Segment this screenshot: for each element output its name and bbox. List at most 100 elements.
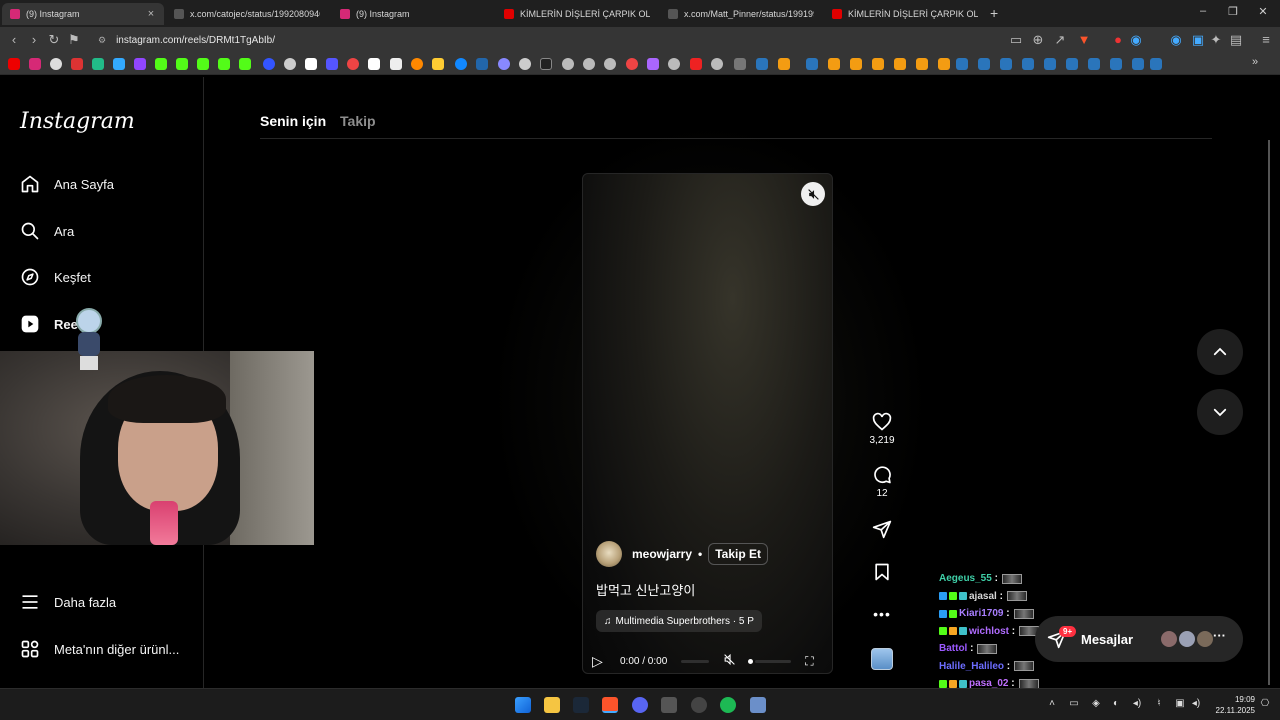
file-explorer-icon[interactable] [544, 697, 560, 713]
bookmark-icon[interactable] [390, 58, 402, 70]
bookmark-icon[interactable] [50, 58, 62, 70]
tray-chevron-icon[interactable]: ˄ [1045, 698, 1059, 709]
browser-tab[interactable]: KİMLERİN DİŞLERİ ÇARPIK OLUYOR ? [496, 3, 658, 25]
bookmark-icon[interactable] [711, 58, 723, 70]
bookmark-icon[interactable]: ⚑ [66, 32, 82, 48]
sidebar-icon[interactable]: ▤ [1228, 32, 1244, 48]
bookmark-icon[interactable] [562, 58, 574, 70]
sidebar-item-more[interactable]: Daha fazla [20, 592, 116, 612]
sidebar-item-meta[interactable]: Meta'nın diğer ürünl... [20, 639, 179, 659]
bookmark-icon[interactable] [432, 58, 444, 70]
bookmark-icon[interactable] [498, 58, 510, 70]
extension-icon[interactable]: ◉ [1168, 32, 1184, 48]
bookmark-icon[interactable] [850, 58, 862, 70]
avatar[interactable] [596, 541, 622, 567]
back-icon[interactable]: ‹ [6, 32, 22, 47]
browser-tab[interactable]: (9) Instagram [332, 3, 494, 25]
microphone-icon[interactable]: ♮ [1152, 698, 1166, 709]
bookmark-icon[interactable] [938, 58, 950, 70]
comment-button[interactable]: 12 [868, 465, 896, 499]
bookmark-icon[interactable] [756, 58, 768, 70]
play-icon[interactable]: ▷ [592, 653, 614, 670]
share-icon[interactable]: ↗ [1052, 32, 1068, 48]
cast-icon[interactable]: ▭ [1008, 32, 1024, 48]
browser-tab[interactable]: x.com/Matt_Pinner/status/19919948 [660, 3, 822, 25]
bookmark-icon[interactable] [1088, 58, 1100, 70]
bookmark-icon[interactable] [916, 58, 928, 70]
bookmark-icon[interactable] [872, 58, 884, 70]
discord-icon[interactable] [632, 697, 648, 713]
speaker-icon[interactable]: ◂) [1189, 698, 1203, 709]
like-button[interactable]: 3,219 [868, 412, 896, 446]
bookmark-icon[interactable] [1066, 58, 1078, 70]
bookmark-icon[interactable] [263, 58, 275, 70]
share-button[interactable] [868, 519, 896, 542]
volume-muted-icon[interactable] [723, 653, 736, 669]
bookmark-icon[interactable] [604, 58, 616, 70]
bookmark-icon[interactable] [176, 58, 188, 70]
browser-tab[interactable]: (9) Instagram × [2, 3, 164, 25]
bookmark-icon[interactable] [197, 58, 209, 70]
bookmark-icon[interactable] [778, 58, 790, 70]
bookmark-icon[interactable] [519, 58, 531, 70]
bookmark-icon[interactable] [113, 58, 125, 70]
tab-following[interactable]: Takip [340, 113, 376, 129]
bookmark-icon[interactable] [1150, 58, 1162, 70]
sidebar-item-explore[interactable]: Keşfet [20, 267, 91, 287]
new-tab-icon[interactable]: + [990, 5, 998, 21]
extension-icon[interactable]: ▣ [1190, 32, 1206, 48]
sidebar-item-search[interactable]: Ara [20, 221, 74, 241]
address-bar[interactable]: ⚙ instagram.com/reels/DRMt1TgAbIb/ [90, 30, 1100, 50]
steam-tray-icon[interactable]: ◐ [1109, 698, 1123, 709]
bookmark-icon[interactable] [476, 58, 488, 70]
brave-shield-icon[interactable]: ▼ [1076, 32, 1092, 47]
close-tab-icon[interactable]: × [146, 8, 156, 20]
previous-reel-button[interactable] [1197, 329, 1243, 375]
browser-tab[interactable]: KİMLERİN DİŞLERİ ÇARPIK OLUYOR ? [824, 3, 986, 25]
restore-icon[interactable]: ❐ [1224, 5, 1242, 18]
network-icon[interactable]: ▣ [1173, 698, 1187, 709]
fullscreen-icon[interactable]: ⛶ [805, 654, 813, 669]
bookmark-icon[interactable] [978, 58, 990, 70]
bookmark-icon[interactable] [1132, 58, 1144, 70]
bookmark-icon[interactable] [455, 58, 467, 70]
start-icon[interactable] [515, 697, 531, 713]
bookmark-icon[interactable] [29, 58, 41, 70]
bookmark-icon[interactable] [626, 58, 638, 70]
battery-icon[interactable]: ▭ [1067, 698, 1081, 709]
bookmark-icon[interactable] [284, 58, 296, 70]
notifications-icon[interactable]: ⎔ [1258, 698, 1272, 709]
menu-icon[interactable]: ≡ [1258, 32, 1274, 47]
tray-app-icon[interactable]: ◈ [1089, 698, 1103, 709]
bookmark-icon[interactable] [239, 58, 251, 70]
extensions-icon[interactable]: ✦ [1208, 32, 1224, 48]
more-bookmarks-icon[interactable]: » [1252, 56, 1258, 68]
follow-button[interactable]: Takip Et [708, 543, 769, 565]
obs-icon[interactable] [691, 697, 707, 713]
save-button[interactable] [868, 562, 896, 585]
extension-icon[interactable]: ◉ [1128, 32, 1144, 48]
close-window-icon[interactable]: ✕ [1254, 5, 1272, 18]
bookmark-icon[interactable] [1022, 58, 1034, 70]
bookmark-icon[interactable] [894, 58, 906, 70]
steam-icon[interactable] [573, 697, 589, 713]
app-icon[interactable] [661, 697, 677, 713]
reload-icon[interactable]: ↻ [46, 32, 62, 48]
sidebar-item-home[interactable]: Ana Sayfa [20, 174, 114, 194]
minimize-icon[interactable]: – [1194, 5, 1212, 17]
audio-thumbnail[interactable] [871, 648, 893, 670]
spotify-icon[interactable] [720, 697, 736, 713]
scrollbar[interactable] [1268, 140, 1270, 685]
bookmark-icon[interactable] [1110, 58, 1122, 70]
next-reel-button[interactable] [1197, 389, 1243, 435]
bookmark-icon[interactable] [411, 58, 423, 70]
sidebar-item-reels[interactable]: Ree [20, 314, 78, 334]
progress-bar[interactable] [681, 659, 710, 663]
browser-tab[interactable]: x.com/catojec/status/199208094620 [166, 3, 328, 25]
bookmark-icon[interactable] [368, 58, 380, 70]
instagram-logo[interactable]: Instagram [20, 109, 135, 134]
bookmark-icon[interactable] [828, 58, 840, 70]
tab-for-you[interactable]: Senin için [260, 113, 326, 129]
mute-button[interactable] [801, 182, 825, 206]
username[interactable]: meowjarry [632, 547, 692, 561]
